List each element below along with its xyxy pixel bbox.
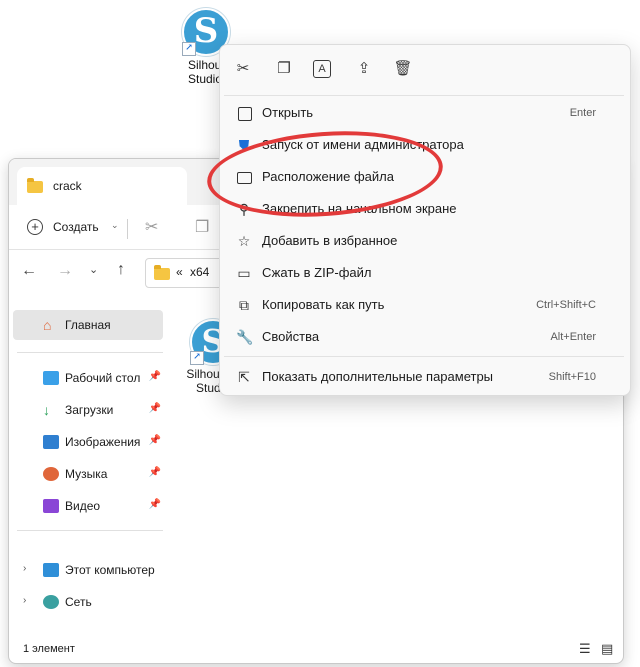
copy-icon[interactable]: ❐: [195, 217, 209, 237]
menu-item-label: Добавить в избранное: [262, 233, 398, 248]
open-icon: [238, 107, 252, 121]
menu-item-shortcut: Ctrl+Shift+C: [536, 299, 596, 311]
back-arrow-icon[interactable]: ←: [21, 262, 37, 280]
menu-item-shortcut: Enter: [569, 107, 596, 119]
breadcrumb-x64[interactable]: x64: [190, 265, 209, 279]
cut-icon[interactable]: ✂: [233, 59, 253, 79]
menu-item-label: Показать дополнительные параметры: [262, 369, 494, 384]
sidebar-item-videos[interactable]: Видео 📌: [13, 490, 163, 520]
pin-icon[interactable]: 📌: [149, 362, 161, 392]
sidebar-item-music[interactable]: Музыка 📌: [13, 458, 163, 488]
star-icon: ☆: [237, 233, 251, 249]
expand-chevron-icon[interactable]: ›: [23, 554, 26, 584]
menu-item-copy-as-path[interactable]: ⧉ Копировать как путь Ctrl+Shift+C: [224, 289, 624, 321]
shortcut-arrow-icon: ↗: [182, 42, 196, 56]
breadcrumb-overflow[interactable]: «: [176, 265, 183, 279]
menu-separator: [224, 356, 624, 357]
desktop-icon: [43, 370, 59, 385]
new-button-label: Создать: [53, 220, 99, 234]
sidebar-item-label: Видео: [65, 498, 101, 513]
pin-icon[interactable]: 📌: [149, 490, 161, 520]
sidebar-item-label: Музыка: [65, 466, 108, 481]
menu-item-shortcut: Shift+F10: [548, 371, 596, 383]
cut-icon[interactable]: ✂: [145, 217, 158, 237]
folder-icon: [154, 265, 170, 280]
sidebar-divider: [17, 530, 163, 531]
network-icon: [43, 594, 59, 609]
share-icon[interactable]: ⇪: [354, 59, 374, 79]
pin-icon[interactable]: 📌: [149, 426, 161, 456]
navigation-pane: ⌂ Главная Рабочий стол 📌 ↓ Загрузки 📌 Изо…: [9, 296, 169, 636]
recent-chevron-icon[interactable]: ⌄: [89, 263, 98, 276]
sidebar-item-label: Изображения: [65, 434, 141, 449]
sidebar-item-pictures[interactable]: Изображения 📌: [13, 426, 163, 456]
wrench-icon: 🔧: [236, 329, 254, 345]
sidebar-divider: [17, 352, 163, 353]
menu-item-label: Свойства: [262, 329, 320, 344]
sidebar-item-network[interactable]: › Сеть: [13, 586, 163, 616]
menu-item-label: Сжать в ZIP-файл: [262, 265, 372, 280]
menu-item-add-to-favorites[interactable]: ☆ Добавить в избранное: [224, 225, 624, 257]
copy-icon[interactable]: ❐: [274, 59, 294, 79]
download-icon: ↓: [43, 401, 50, 418]
toolbar-divider: [127, 219, 128, 239]
menu-item-shortcut: Alt+Enter: [550, 331, 596, 343]
context-menu-quick-actions: ✂ ❐ A ⇪ 🗑: [220, 45, 630, 93]
sidebar-item-label: Рабочий стол: [65, 370, 141, 385]
context-menu: ✂ ❐ A ⇪ 🗑 Открыть Enter ⛊ Запуск от имен…: [219, 44, 631, 396]
tiles-view-icon[interactable]: ▤: [601, 641, 613, 657]
path-icon: ⧉: [239, 297, 249, 313]
pin-icon[interactable]: 📌: [149, 458, 161, 488]
menu-item-open[interactable]: Открыть Enter: [224, 97, 624, 129]
menu-item-properties[interactable]: 🔧 Свойства Alt+Enter: [224, 321, 624, 353]
tab-title: crack: [53, 179, 82, 193]
details-view-icon[interactable]: ☰: [579, 641, 591, 657]
item-count: 1 элемент: [23, 643, 75, 655]
tab-crack[interactable]: crack: [17, 167, 187, 205]
sidebar-item-home[interactable]: ⌂ Главная: [13, 310, 163, 340]
menu-item-label: Копировать как путь: [262, 297, 385, 312]
delete-icon[interactable]: 🗑: [393, 59, 413, 79]
forward-arrow-icon[interactable]: →: [57, 262, 73, 280]
sidebar-item-desktop[interactable]: Рабочий стол 📌: [13, 362, 163, 392]
video-icon: [43, 498, 59, 513]
expand-chevron-icon[interactable]: ›: [23, 586, 26, 616]
music-icon: [43, 466, 59, 481]
sidebar-item-label: Загрузки: [65, 402, 114, 417]
pin-icon[interactable]: 📌: [149, 394, 161, 424]
status-bar: 1 элемент ☰ ▤: [9, 637, 623, 663]
chevron-down-icon: ⌄: [111, 220, 119, 230]
sidebar-item-label: Сеть: [65, 594, 92, 609]
folder-icon: [27, 178, 43, 193]
rename-icon[interactable]: A: [313, 60, 331, 78]
address-input[interactable]: « x64: [145, 258, 227, 288]
sidebar-item-label: Этот компьютер: [65, 562, 155, 577]
menu-item-show-more-options[interactable]: ⇱ Показать дополнительные параметры Shif…: [224, 361, 624, 393]
shortcut-arrow-icon: ↗: [190, 351, 204, 365]
more-options-icon: ⇱: [238, 369, 250, 385]
menu-separator: [224, 95, 624, 96]
sidebar-item-label: Главная: [65, 318, 111, 332]
computer-icon: [43, 562, 59, 577]
up-arrow-icon[interactable]: ↑: [117, 261, 125, 279]
menu-item-label: Открыть: [262, 105, 314, 120]
plus-icon: +: [27, 219, 43, 235]
sidebar-item-downloads[interactable]: ↓ Загрузки 📌: [13, 394, 163, 424]
home-icon: ⌂: [43, 317, 52, 333]
menu-item-compress-zip[interactable]: ▭ Сжать в ZIP-файл: [224, 257, 624, 289]
zip-icon: ▭: [237, 265, 251, 281]
pictures-icon: [43, 434, 59, 449]
sidebar-item-this-pc[interactable]: › Этот компьютер: [13, 554, 163, 584]
